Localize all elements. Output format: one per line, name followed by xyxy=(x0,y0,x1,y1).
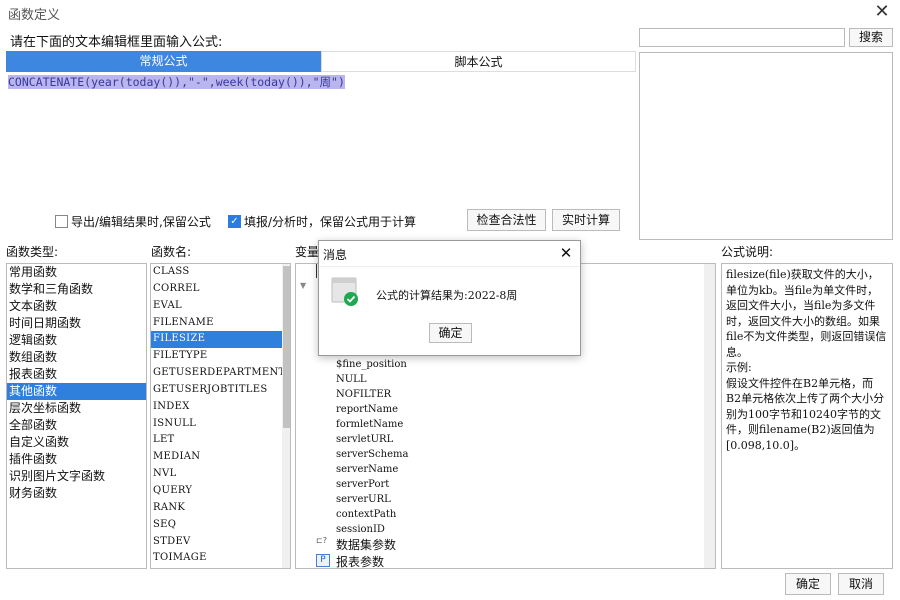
variable-item[interactable]: $fine_position xyxy=(336,357,408,372)
func-type-item[interactable]: 数学和三角函数 xyxy=(7,281,146,298)
formula-text: CONCATENATE(year(today()),"-",week(today… xyxy=(8,75,345,89)
func-name-item[interactable]: GETUSERDEPARTMENTS xyxy=(151,365,290,382)
check-circle-icon xyxy=(331,277,358,306)
func-name-item[interactable]: INDEX xyxy=(151,399,282,416)
dialog-ok-button[interactable]: 确定 xyxy=(429,323,472,343)
editor-prompt: 请在下面的文本编辑框里面输入公式: xyxy=(10,35,223,50)
func-type-label: 函数类型: xyxy=(6,245,59,259)
variable-item[interactable]: serverName xyxy=(336,462,408,477)
func-type-item[interactable]: 自定义函数 xyxy=(7,434,146,451)
func-name-item[interactable]: QUERY xyxy=(151,483,282,500)
search-button[interactable]: 搜索 xyxy=(849,28,893,47)
variable-item[interactable]: serverSchema xyxy=(336,447,408,462)
window-title: 函数定义 xyxy=(8,8,61,23)
func-type-item[interactable]: 财务函数 xyxy=(7,485,146,502)
variable-item[interactable]: NULL xyxy=(336,372,408,387)
variable-item[interactable]: contextPath xyxy=(336,507,408,522)
func-type-item[interactable]: 全部函数 xyxy=(7,417,146,434)
dialog-message: 公式的计算结果为:2022-8周 xyxy=(376,289,518,302)
func-name-item[interactable]: FILETYPE xyxy=(151,348,282,365)
func-name-item[interactable]: CORREL xyxy=(151,281,282,298)
func-type-item[interactable]: 层次坐标函数 xyxy=(7,400,146,417)
variables-label: 变量 xyxy=(295,245,320,259)
func-name-item[interactable]: STDEV xyxy=(151,534,282,551)
variable-item[interactable]: formletName xyxy=(336,417,408,432)
func-name-item[interactable]: RANK xyxy=(151,500,282,517)
description-example-label: 示例: xyxy=(726,361,752,374)
tree-collapse-icon[interactable]: ▼ xyxy=(300,281,306,290)
func-name-scroll-thumb[interactable] xyxy=(283,266,290,428)
func-name-list[interactable]: CLASS CORREL EVAL FILENAME FILESIZE FILETYPE G… xyxy=(150,263,291,569)
dialog-close-icon[interactable]: ✕ xyxy=(557,244,575,262)
check-validity-button[interactable]: 检查合法性 xyxy=(467,209,546,231)
func-type-list[interactable]: 常用函数 数学和三角函数 文本函数 时间日期函数 逻辑函数 数组函数 报表函数 其他函数 层次坐… xyxy=(6,263,147,569)
description-text: filesize(file)获取文件的大小，单位为kb。当file为单文件时，返… xyxy=(726,268,887,359)
func-name-item[interactable]: CLASS xyxy=(151,264,282,281)
variable-item[interactable]: NOFILTER xyxy=(336,387,408,402)
func-type-item[interactable]: 文本函数 xyxy=(7,298,146,315)
func-name-item[interactable]: ISNULL xyxy=(151,416,282,433)
description-example: 假设文件控件在B2单元格，而B2单元格依次上传了两个大小分别为100字节和102… xyxy=(726,376,885,452)
keep-on-fill-checkbox[interactable]: ✓ xyxy=(228,215,241,228)
variable-item[interactable]: serverURL xyxy=(336,492,408,507)
func-type-item[interactable]: 插件函数 xyxy=(7,451,146,468)
func-name-item[interactable]: NVL xyxy=(151,466,282,483)
func-name-scrollbar[interactable] xyxy=(282,264,290,568)
func-name-item[interactable]: EVAL xyxy=(151,298,282,315)
variable-item[interactable]: serverPort xyxy=(336,477,408,492)
formula-tabs: 常规公式 脚本公式 xyxy=(6,51,636,72)
variable-item[interactable]: servletURL xyxy=(336,432,408,447)
search-results[interactable] xyxy=(639,52,893,240)
variable-item[interactable]: sessionID xyxy=(336,522,408,537)
func-type-item[interactable]: 数组函数 xyxy=(7,349,146,366)
func-name-item[interactable]: LET xyxy=(151,432,282,449)
func-type-item[interactable]: 报表函数 xyxy=(7,366,146,383)
func-type-item[interactable]: 其他函数 xyxy=(7,383,146,400)
func-name-item[interactable]: GETUSERJOBTITLES xyxy=(151,382,282,399)
variables-scrollbar[interactable] xyxy=(704,264,715,568)
dialog-title: 消息 xyxy=(323,248,348,262)
keep-on-export-checkbox[interactable] xyxy=(55,215,68,228)
func-type-item[interactable]: 时间日期函数 xyxy=(7,315,146,332)
search-input[interactable] xyxy=(639,28,845,47)
tab-regular-formula[interactable]: 常规公式 xyxy=(6,51,321,72)
func-name-item[interactable]: FILESIZE xyxy=(151,331,282,349)
dataset-params-icon: ⊏? xyxy=(316,536,327,545)
realtime-calc-button[interactable]: 实时计算 xyxy=(552,209,620,231)
title-bar: 函数定义 ✕ xyxy=(0,0,900,26)
cancel-button[interactable]: 取消 xyxy=(838,573,884,595)
description-label: 公式说明: xyxy=(721,245,774,259)
close-icon[interactable]: ✕ xyxy=(872,3,892,23)
dialog-title-bar: 消息 ✕ xyxy=(319,241,580,267)
func-name-item[interactable]: TOIMAGE xyxy=(151,550,282,567)
ok-button[interactable]: 确定 xyxy=(785,573,831,595)
func-name-item[interactable]: FILENAME xyxy=(151,315,282,332)
func-type-item[interactable]: 识别图片文字函数 xyxy=(7,468,146,485)
tree-node-dataset-params[interactable]: 数据集参数 xyxy=(336,536,396,553)
func-name-item[interactable]: SEQ xyxy=(151,517,282,534)
variable-item[interactable]: reportName xyxy=(336,402,408,417)
formula-editor[interactable]: CONCATENATE(year(today()),"-",week(today… xyxy=(6,72,636,200)
keep-on-fill-label: 填报/分析时，保留公式用于计算 xyxy=(244,215,417,229)
func-name-label: 函数名: xyxy=(151,245,192,259)
func-type-item[interactable]: 逻辑函数 xyxy=(7,332,146,349)
func-type-item[interactable]: 常用函数 xyxy=(7,264,146,281)
func-name-item[interactable]: MEDIAN xyxy=(151,449,282,466)
keep-on-export-label: 导出/编辑结果时,保留公式 xyxy=(71,215,211,229)
message-dialog: 消息 ✕ 公式的计算结果为:2022-8周 确定 xyxy=(318,240,581,356)
report-params-icon: P xyxy=(316,554,330,567)
tab-script-formula[interactable]: 脚本公式 xyxy=(321,51,636,72)
tree-node-report-params[interactable]: 报表参数 xyxy=(336,553,384,568)
description-panel: filesize(file)获取文件的大小，单位为kb。当file为单文件时，返… xyxy=(721,263,893,569)
